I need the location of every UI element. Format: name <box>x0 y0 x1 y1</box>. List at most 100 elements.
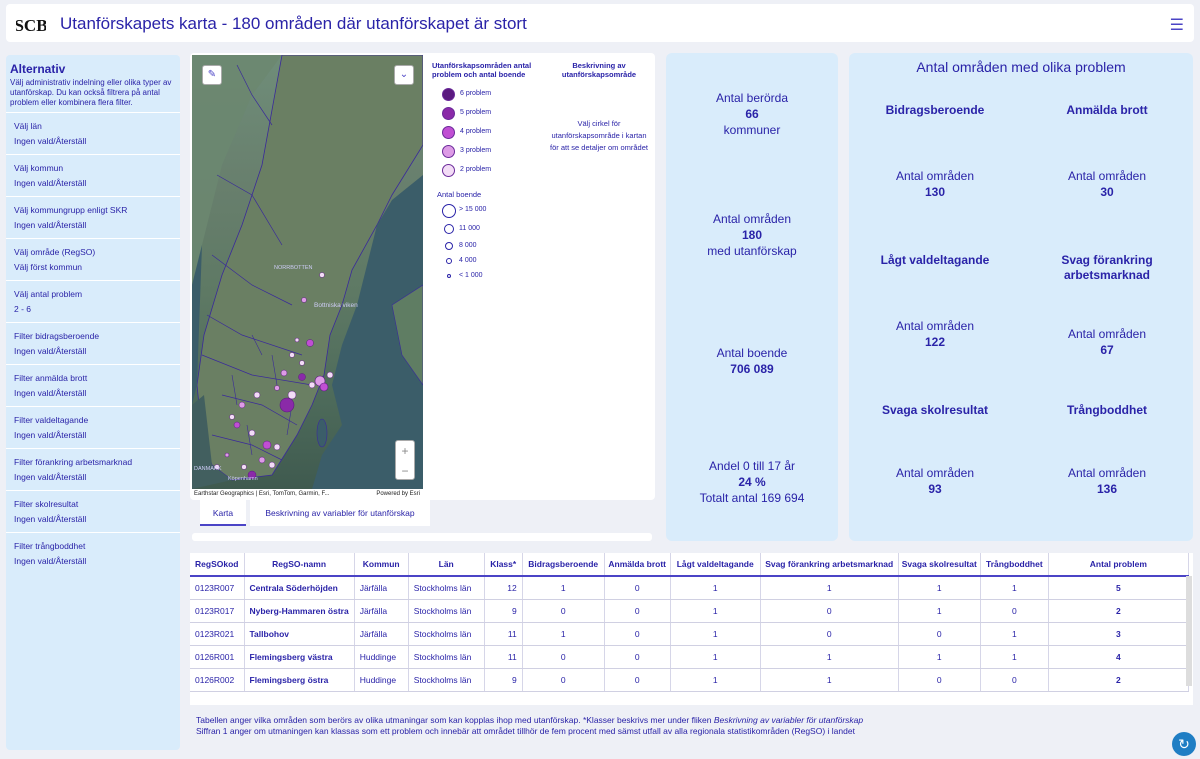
problem-name: Svag förankring arbetsmarknad <box>1061 253 1153 282</box>
filter-bidragsberoende[interactable]: Filter bidragsberoende Ingen vald/Återstä… <box>6 322 180 364</box>
filter-label: Filter förankring arbetsmarknad <box>14 457 133 467</box>
sidebar-description: Välj administrativ indelning eller olika… <box>10 78 172 107</box>
problem-forankring: Svag förankring arbetsmarknad Antal områd… <box>1021 253 1193 358</box>
data-table-card: RegSOkod RegSO-namn Kommun Län Klass* Bi… <box>190 553 1193 705</box>
legend-label: 2 problem <box>460 166 492 173</box>
cell-klass: 11 <box>484 622 523 646</box>
table-row[interactable]: 0126R001 Flemingsberg västra Huddinge Stock… <box>190 645 1189 669</box>
problem-name: Anmälda brott <box>1066 103 1148 117</box>
problem-value: 122 <box>924 335 946 349</box>
filter-label: Filter anmälda brott <box>14 373 88 383</box>
cell-trangboddhet: 1 <box>980 645 1049 669</box>
header: SCB Utanförskapets karta - 180 områden d… <box>6 4 1194 42</box>
zoom-in-button[interactable]: + <box>396 441 414 461</box>
size-item: 4 000 <box>432 254 542 269</box>
sidebar: Alternativ Välj administrativ indelning … <box>6 55 180 750</box>
problem-anmalda-brott: Anmälda brott Antal områden 30 <box>1021 103 1193 200</box>
problem-name: Lågt valdeltagande <box>880 253 990 267</box>
legend: Utanförskapsområden antal problem och an… <box>432 61 542 284</box>
legend-label: 5 problem <box>460 109 492 116</box>
problem-value: 136 <box>1096 482 1118 496</box>
table-row[interactable]: 0126R002 Flemingsberg östra Huddinge Stockh… <box>190 668 1189 692</box>
map-label-bothnian: Bottniska viken <box>314 302 358 309</box>
tab-underline-bar <box>192 533 652 541</box>
filter-label: Välj område (RegSO) <box>14 247 96 257</box>
map-view[interactable]: Bottniska viken NORRBOTTEN DANMARK Köpen… <box>192 55 423 489</box>
table-row[interactable]: 0123R021 Tallbohov Järfälla Stockholms län 1… <box>190 622 1189 646</box>
filter-antal-problem[interactable]: Välj antal problem 2 - 6 <box>6 280 180 322</box>
filter-kommungrupp[interactable]: Välj kommungrupp enligt SKR Ingen vald/Åt… <box>6 196 180 238</box>
col-header[interactable]: RegSO-namn <box>244 553 355 577</box>
cell-regso-namn: Nyberg-Hammaren östra <box>244 599 355 623</box>
filter-kommun[interactable]: Välj kommun Ingen vald/Återställ <box>6 154 180 196</box>
hamburger-icon[interactable]: ☰ <box>1170 15 1184 35</box>
problem-label: Antal områden <box>1067 466 1147 480</box>
filter-anmalda-brott[interactable]: Filter anmälda brott Ingen vald/Återställ <box>6 364 180 406</box>
col-header[interactable]: RegSOkod <box>190 553 245 577</box>
table-footnote: Tabellen anger vilka områden som berörs … <box>196 715 1096 737</box>
cell-antal-problem: 4 <box>1048 645 1189 669</box>
data-table: RegSOkod RegSO-namn Kommun Län Klass* Bi… <box>190 553 1189 692</box>
col-header[interactable]: Svaga skolresultat <box>898 553 981 577</box>
table-scrollbar[interactable] <box>1186 576 1192 686</box>
tab-beskrivning[interactable]: Beskrivning av variabler för utanförskap <box>250 500 430 526</box>
size-label: 8 000 <box>459 242 477 249</box>
cell-brott: 0 <box>604 668 671 692</box>
legend-item: 4 problem <box>432 123 542 142</box>
filter-valdeltagande[interactable]: Filter valdeltagande Ingen vald/Återställ <box>6 406 180 448</box>
col-header[interactable]: Bidragsberoende <box>522 553 605 577</box>
legend-swatch <box>442 126 455 139</box>
cell-regsokod: 0123R017 <box>190 599 245 623</box>
filter-omrade[interactable]: Välj område (RegSO) Välj först kommun <box>6 238 180 280</box>
size-item: 11 000 <box>432 222 542 239</box>
cell-brott: 0 <box>604 599 671 623</box>
cell-regso-namn: Flemingsberg västra <box>244 645 355 669</box>
footnote-tab-reference: Beskrivning av variabler för utanförskap <box>713 715 864 725</box>
stat-andel-barn: Andel 0 till 17 år 24 % Totalt antal 169… <box>666 458 838 506</box>
table-row[interactable]: 0123R017 Nyberg-Hammaren östra Järfälla Sto… <box>190 599 1189 623</box>
filter-skolresultat[interactable]: Filter skolresultat Ingen vald/Återställ <box>6 490 180 532</box>
col-header[interactable]: Klass* <box>484 553 523 577</box>
cell-trangboddhet: 1 <box>980 576 1049 600</box>
filter-forankring[interactable]: Filter förankring arbetsmarknad Ingen val… <box>6 448 180 490</box>
chevron-down-icon[interactable]: ⌄ <box>394 65 414 85</box>
refresh-icon[interactable]: ↻ <box>1172 732 1196 756</box>
col-header[interactable]: Anmälda brott <box>604 553 671 577</box>
filter-value: Ingen vald/Återställ <box>14 136 87 146</box>
zoom-out-button[interactable]: − <box>396 461 414 481</box>
table-row[interactable]: 0123R007 Centrala Söderhöjden Järfälla Stoc… <box>190 576 1189 600</box>
cell-antal-problem: 5 <box>1048 576 1189 600</box>
filter-trangboddhet[interactable]: Filter trångboddhet Ingen vald/Återställ <box>6 532 180 574</box>
filter-label: Välj kommun <box>14 163 64 173</box>
powered-by-esri[interactable]: Powered by Esri <box>376 489 420 499</box>
cell-skolresultat: 0 <box>898 668 981 692</box>
stat-label: kommuner <box>723 123 781 137</box>
size-item: < 1 000 <box>432 269 542 284</box>
cell-brott: 0 <box>604 645 671 669</box>
cell-regsokod: 0126R002 <box>190 668 245 692</box>
map-label-region: NORRBOTTEN <box>274 265 313 271</box>
pencil-icon[interactable]: ✎ <box>202 65 222 85</box>
cell-regso-namn: Tallbohov <box>244 622 355 646</box>
filter-lan[interactable]: Välj län Ingen vald/Återställ <box>6 112 180 154</box>
size-swatch <box>447 274 451 278</box>
col-header[interactable]: Trångboddhet <box>980 553 1049 577</box>
cell-kommun: Huddinge <box>354 668 409 692</box>
legend-label: 6 problem <box>460 90 492 97</box>
problem-label: Antal områden <box>1067 327 1147 341</box>
col-header[interactable]: Län <box>408 553 485 577</box>
col-header[interactable]: Svag förankring arbetsmarknad <box>760 553 899 577</box>
stat-label: Antal områden <box>712 212 792 226</box>
map-canvas[interactable]: Bottniska viken NORRBOTTEN DANMARK Köpen… <box>192 55 423 489</box>
cell-kommun: Järfälla <box>354 599 409 623</box>
stat-value: 66 <box>745 107 759 121</box>
col-header[interactable]: Kommun <box>354 553 409 577</box>
cell-klass: 9 <box>484 668 523 692</box>
cell-valdeltagande: 1 <box>670 622 761 646</box>
col-header[interactable]: Lågt valdeltagande <box>670 553 761 577</box>
tab-karta[interactable]: Karta <box>200 500 246 526</box>
legend-title: Utanförskapsområden antal problem och an… <box>432 61 532 79</box>
problem-value: 30 <box>1100 185 1114 199</box>
problem-value: 67 <box>1100 343 1114 357</box>
col-header[interactable]: Antal problem <box>1048 553 1189 577</box>
